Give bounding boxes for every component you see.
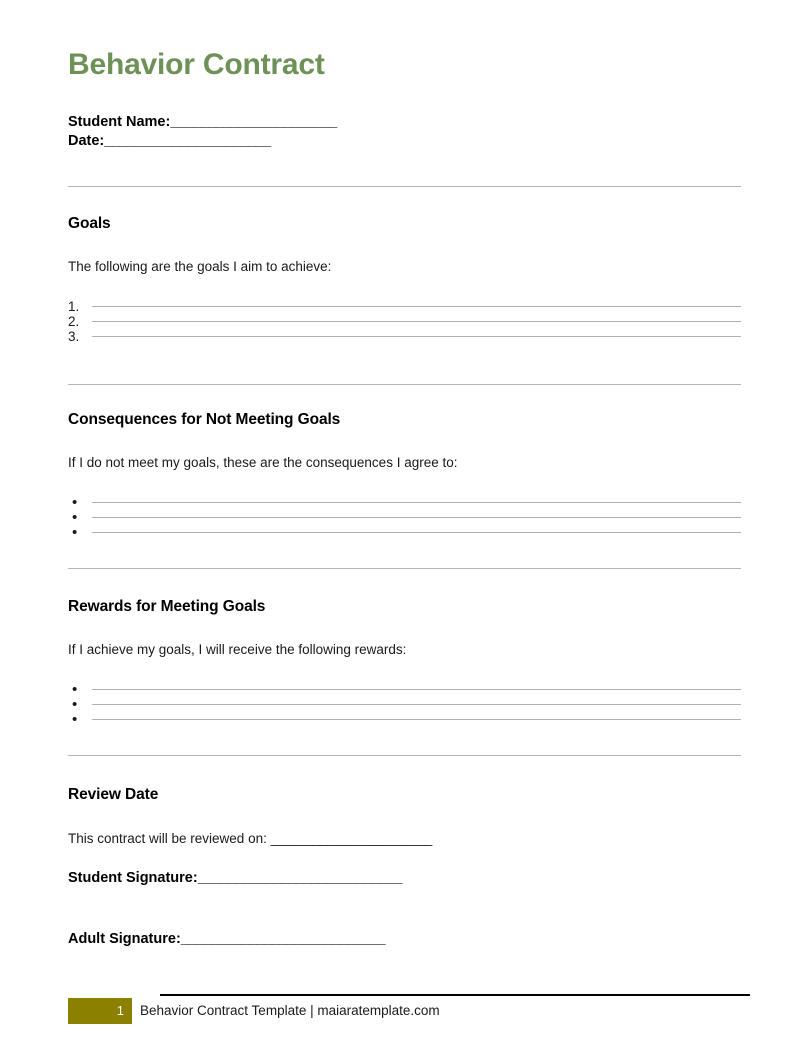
- section-goals-heading: Goals: [68, 215, 111, 232]
- section-goals: Goals The following are the goals I aim …: [68, 215, 741, 344]
- date-label: Date:: [68, 133, 105, 149]
- fill-in-rule[interactable]: [92, 531, 741, 533]
- fill-in-rule[interactable]: [92, 516, 741, 518]
- identity-fields: Student Name:______________________ Date…: [68, 113, 337, 151]
- section-divider-2: [68, 384, 741, 385]
- page-number-badge: 1: [68, 998, 132, 1024]
- rewards-list: • • •: [68, 682, 741, 727]
- section-goals-intro: The following are the goals I aim to ach…: [68, 259, 332, 274]
- section-rewards: Rewards for Meeting Goals If I achieve m…: [68, 598, 741, 727]
- fill-in-rule[interactable]: [92, 718, 741, 720]
- student-name-row: Student Name:______________________: [68, 113, 337, 132]
- list-item[interactable]: 1.: [68, 299, 741, 314]
- fill-in-rule[interactable]: [92, 688, 741, 690]
- student-signature-line: Student Signature:______________________…: [68, 870, 432, 886]
- fill-in-rule[interactable]: [92, 501, 741, 503]
- date-row: Date:______________________: [68, 132, 337, 151]
- list-item[interactable]: •: [68, 510, 741, 525]
- list-item[interactable]: 3.: [68, 329, 741, 344]
- date-fill-rule[interactable]: ______________________: [104, 133, 271, 149]
- goals-list: 1. 2. 3.: [68, 299, 741, 344]
- bullet-icon: •: [72, 509, 78, 526]
- fill-in-rule[interactable]: [92, 320, 741, 322]
- section-divider-3: [68, 568, 741, 569]
- bullet-icon: •: [72, 524, 78, 541]
- section-consequences-intro: If I do not meet my goals, these are the…: [68, 455, 458, 470]
- list-marker: 1.: [68, 299, 80, 314]
- list-item[interactable]: •: [68, 697, 741, 712]
- review-date-line: This contract will be reviewed on: _____…: [68, 831, 432, 846]
- footer-text: Behavior Contract Template | maiaratempl…: [140, 1003, 440, 1018]
- bullet-icon: •: [72, 711, 78, 728]
- footer-divider: [160, 994, 750, 996]
- adult-signature-label: Adult Signature:: [68, 931, 181, 947]
- student-name-label: Student Name:: [68, 114, 171, 130]
- student-name-fill-rule[interactable]: ______________________: [170, 114, 337, 130]
- student-signature-fill-rule[interactable]: ___________________________: [198, 870, 403, 886]
- fill-in-rule[interactable]: [92, 335, 741, 337]
- bullet-icon: •: [72, 696, 78, 713]
- bullet-icon: •: [72, 681, 78, 698]
- adult-signature-fill-rule[interactable]: ___________________________: [181, 931, 386, 947]
- list-marker: 3.: [68, 329, 80, 344]
- list-item[interactable]: •: [68, 525, 741, 540]
- section-divider-1: [68, 186, 741, 187]
- section-consequences-heading: Consequences for Not Meeting Goals: [68, 411, 341, 428]
- section-consequences: Consequences for Not Meeting Goals If I …: [68, 411, 741, 540]
- bullet-icon: •: [72, 494, 78, 511]
- student-signature-label: Student Signature:: [68, 870, 198, 886]
- section-rewards-intro: If I achieve my goals, I will receive th…: [68, 642, 407, 657]
- section-review-date: Review Date This contract will be review…: [68, 786, 432, 947]
- section-review-heading: Review Date: [68, 786, 159, 803]
- list-marker: 2.: [68, 314, 80, 329]
- document-page: Behavior Contract Student Name:_________…: [0, 0, 811, 1052]
- section-divider-4: [68, 755, 741, 756]
- section-rewards-heading: Rewards for Meeting Goals: [68, 598, 266, 615]
- adult-signature-line: Adult Signature:________________________…: [68, 931, 432, 947]
- review-date-fill-rule[interactable]: _______________________: [271, 831, 433, 846]
- fill-in-rule[interactable]: [92, 305, 741, 307]
- list-item[interactable]: •: [68, 712, 741, 727]
- list-item[interactable]: 2.: [68, 314, 741, 329]
- page-title: Behavior Contract: [68, 48, 325, 81]
- list-item[interactable]: •: [68, 682, 741, 697]
- consequences-list: • • •: [68, 495, 741, 540]
- fill-in-rule[interactable]: [92, 703, 741, 705]
- list-item[interactable]: •: [68, 495, 741, 510]
- review-date-text: This contract will be reviewed on:: [68, 831, 271, 846]
